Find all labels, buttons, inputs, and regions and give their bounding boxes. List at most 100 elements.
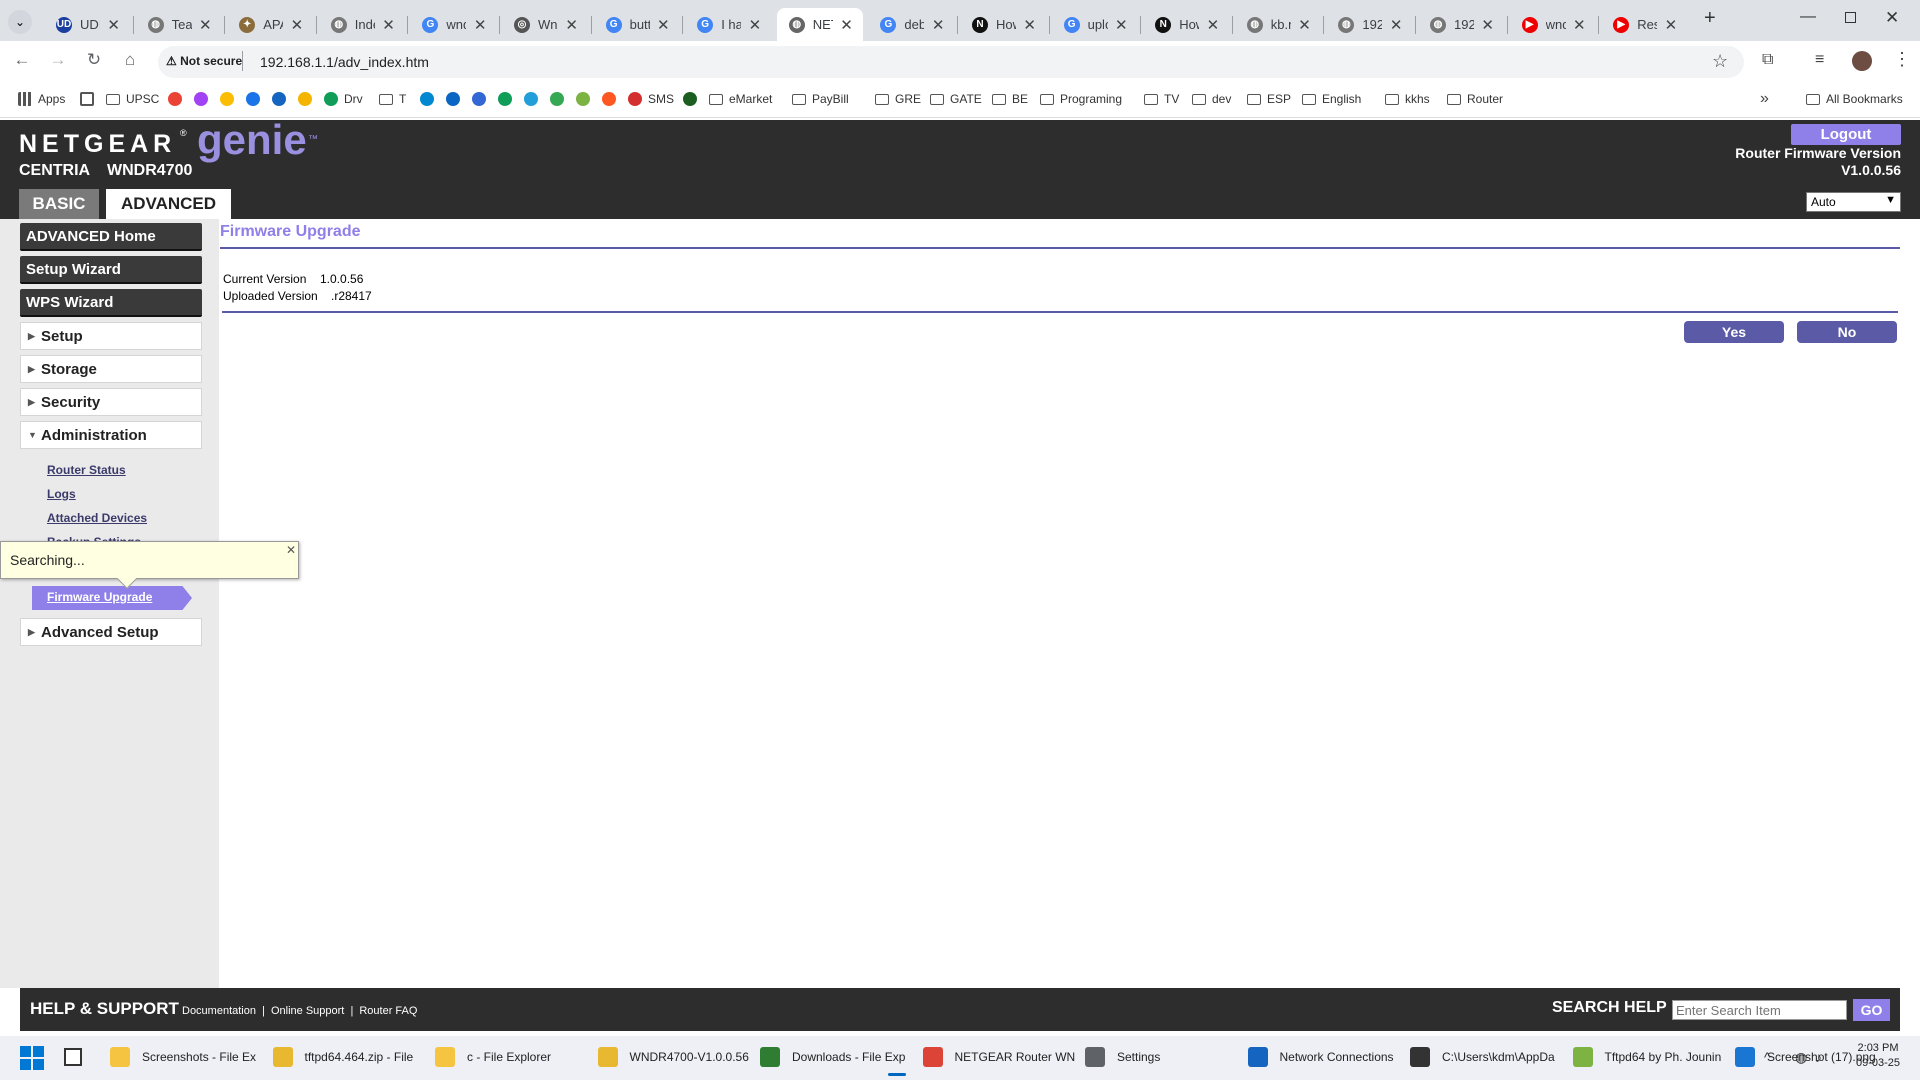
tab-close-icon[interactable]: ✕ — [749, 16, 762, 34]
bookmark-item[interactable] — [298, 92, 318, 106]
bookmark-item[interactable]: ESP — [1247, 92, 1291, 106]
search-go-button[interactable]: GO — [1853, 999, 1890, 1021]
nav-advanced-home[interactable]: ADVANCED Home — [20, 223, 202, 251]
forward-icon[interactable]: → — [46, 50, 70, 70]
bookmark-item[interactable]: TV — [1144, 92, 1179, 106]
url-text[interactable]: 192.168.1.1/adv_index.htm — [260, 54, 429, 70]
nav-advanced-setup[interactable]: ▶ Advanced Setup — [20, 618, 202, 646]
bookmark-item[interactable]: Programing — [1040, 92, 1122, 106]
bookmark-item[interactable] — [446, 92, 466, 106]
taskbar-app[interactable]: c - File Explorer — [435, 1044, 587, 1070]
browser-tab[interactable]: UD UDI ✕ — [44, 8, 130, 41]
bookmark-item[interactable]: dev — [1192, 92, 1231, 106]
browser-tab[interactable]: ◍ 192 ✕ — [1326, 8, 1412, 41]
nav-storage[interactable]: ▶ Storage — [20, 355, 202, 383]
tab-close-icon[interactable]: ✕ — [1481, 16, 1494, 34]
tab-close-icon[interactable]: ✕ — [1115, 16, 1128, 34]
bookmark-item[interactable] — [220, 92, 240, 106]
search-help-input[interactable] — [1672, 1000, 1847, 1020]
documentation-link[interactable]: Documentation — [182, 1005, 256, 1017]
no-button[interactable]: No — [1797, 321, 1897, 343]
nav-setup-wizard[interactable]: Setup Wizard — [20, 256, 202, 284]
bookmark-item[interactable] — [524, 92, 544, 106]
browser-tab[interactable]: ◍ NETGEAR ✕ — [776, 8, 863, 41]
nav-logs[interactable]: Logs — [47, 487, 76, 501]
browser-tab[interactable]: ◎ Wndr ✕ — [502, 8, 588, 41]
bookmark-item[interactable] — [194, 92, 214, 106]
bookmark-item[interactable]: T — [379, 92, 406, 106]
browser-tab[interactable]: N How ✕ — [1143, 8, 1229, 41]
browser-tab[interactable]: ◍ Teach ✕ — [136, 8, 222, 41]
bookmark-item[interactable]: BE — [992, 92, 1028, 106]
yes-button[interactable]: Yes — [1684, 321, 1784, 343]
taskbar-app[interactable]: WNDR4700-V1.0.0.56 — [597, 1044, 750, 1070]
browser-tab[interactable]: Gbutt ✕ — [594, 8, 680, 41]
taskbar-app[interactable]: Downloads - File Exp — [760, 1044, 912, 1070]
taskbar-app[interactable]: Settings — [1085, 1044, 1237, 1070]
bookmark-item[interactable]: GRE — [875, 92, 921, 106]
bookmark-item[interactable]: kkhs — [1385, 92, 1430, 106]
bookmark-item[interactable]: English — [1302, 92, 1361, 106]
bookmark-item[interactable] — [272, 92, 292, 106]
tab-search-chevron-icon[interactable]: ⌄ — [8, 10, 32, 34]
window-close-icon[interactable]: ✕ — [1885, 8, 1899, 28]
bookmark-item[interactable] — [576, 92, 596, 106]
tab-close-icon[interactable]: ✕ — [932, 16, 945, 34]
taskbar-app[interactable]: Tftpd64 by Ph. Jounin — [1572, 1044, 1725, 1070]
tray-overflow-icon[interactable]: ^ — [1764, 1049, 1771, 1065]
tab-close-icon[interactable]: ✕ — [474, 16, 487, 34]
home-icon[interactable]: ⌂ — [118, 50, 142, 70]
bookmark-item[interactable]: Router — [1447, 92, 1503, 106]
tab-basic[interactable]: BASIC — [19, 189, 99, 219]
taskbar-app[interactable]: Network Connections — [1247, 1044, 1400, 1070]
nav-administration[interactable]: ▼ Administration — [20, 421, 202, 449]
tab-close-icon[interactable]: ✕ — [1023, 16, 1036, 34]
bookmark-item[interactable] — [602, 92, 622, 106]
back-icon[interactable]: ← — [10, 50, 34, 70]
bookmark-item[interactable] — [472, 92, 492, 106]
tab-close-icon[interactable]: ✕ — [1390, 16, 1403, 34]
minimize-icon[interactable]: — — [1800, 8, 1816, 26]
taskbar-app[interactable]: C:\Users\kdm\AppDa — [1410, 1044, 1562, 1070]
bookmark-item[interactable] — [683, 92, 703, 106]
browser-tab[interactable]: G I have ✕ — [685, 8, 771, 41]
tab-close-icon[interactable]: ✕ — [657, 16, 670, 34]
nav-wps-wizard[interactable]: WPS Wizard — [20, 289, 202, 317]
bookmark-item[interactable]: SMS — [628, 92, 674, 106]
bookmark-item[interactable] — [168, 92, 188, 106]
all-bookmarks-button[interactable]: All Bookmarks — [1806, 92, 1903, 106]
bookmark-item[interactable]: Apps — [18, 92, 65, 106]
browser-tab[interactable]: ◍ 192 ✕ — [1418, 8, 1504, 41]
tab-close-icon[interactable]: ✕ — [1207, 16, 1220, 34]
tab-close-icon[interactable]: ✕ — [1573, 16, 1586, 34]
windows-start-icon[interactable] — [20, 1046, 44, 1070]
browser-tab[interactable]: ✦ APA ✕ — [227, 8, 313, 41]
bookmark-star-icon[interactable]: ☆ — [1712, 51, 1728, 72]
browser-tab[interactable]: N How ✕ — [960, 8, 1046, 41]
bookmark-item[interactable] — [420, 92, 440, 106]
tab-close-icon[interactable]: ✕ — [840, 16, 853, 34]
browser-tab[interactable]: ◍ kb.net ✕ — [1235, 8, 1321, 41]
bookmark-item[interactable] — [550, 92, 570, 106]
task-view-icon[interactable] — [64, 1048, 82, 1066]
tab-close-icon[interactable]: ✕ — [107, 16, 120, 34]
tooltip-close-icon[interactable]: ✕ — [286, 543, 296, 557]
bookmark-item[interactable]: eMarket — [709, 92, 772, 106]
new-tab-button[interactable]: + — [1704, 7, 1716, 30]
extensions-icon[interactable]: ⧉ — [1762, 51, 1773, 69]
network-globe-icon[interactable]: ◍ — [1795, 1049, 1807, 1066]
nav-firmware-upgrade[interactable]: Firmware Upgrade — [47, 590, 152, 604]
taskbar-app[interactable]: tftpd64.464.zip - File — [272, 1044, 425, 1070]
browser-tab[interactable]: Gdebian ✕ — [868, 8, 954, 41]
nav-setup[interactable]: ▶ Setup — [20, 322, 202, 350]
online-support-link[interactable]: Online Support — [271, 1005, 344, 1017]
menu-icon[interactable]: ⋮ — [1893, 49, 1911, 70]
tab-close-icon[interactable]: ✕ — [1665, 16, 1678, 34]
restore-icon[interactable] — [1845, 12, 1856, 23]
bookmark-item[interactable] — [246, 92, 266, 106]
browser-tab[interactable]: Gupload ✕ — [1052, 8, 1138, 41]
nav-security[interactable]: ▶ Security — [20, 388, 202, 416]
tab-advanced[interactable]: ADVANCED — [106, 189, 231, 219]
browser-tab[interactable]: ▶ wndr ✕ — [1510, 8, 1596, 41]
browser-tab[interactable]: ◍ Index ✕ — [319, 8, 405, 41]
